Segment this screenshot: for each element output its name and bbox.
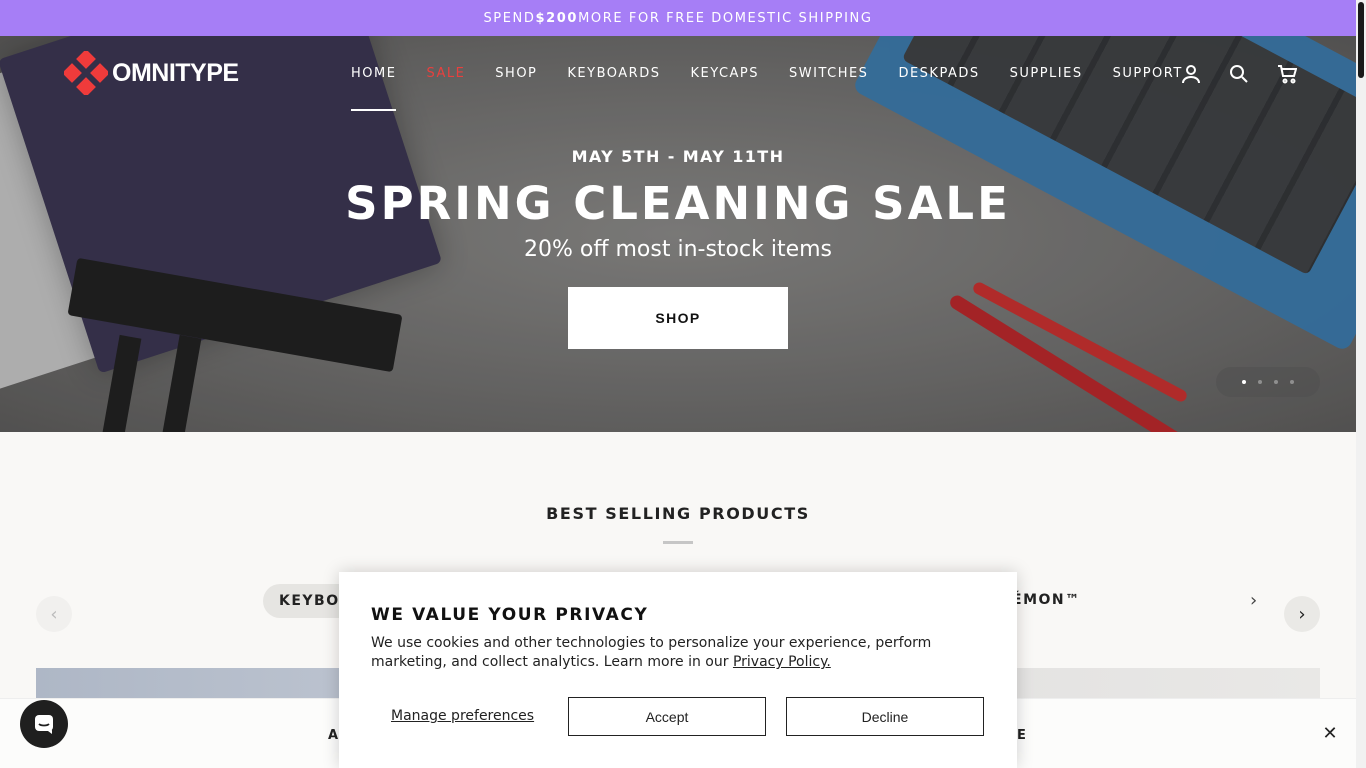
carousel-next-button[interactable]: › [1284,596,1320,632]
scrollbar[interactable] [1356,0,1366,768]
omnitype-logo-icon [62,49,110,97]
slide-dot[interactable] [1290,380,1294,384]
announcement-bar: SPEND $200 MORE FOR FREE DOMESTIC SHIPPI… [0,0,1356,36]
nav-switches[interactable]: SWITCHES [774,60,883,87]
slide-dot[interactable] [1258,380,1262,384]
category-tab[interactable]: ÉMON™ [1012,592,1081,608]
decline-button[interactable]: Decline [786,697,984,736]
hero-shop-button[interactable]: SHOP [568,287,788,349]
header-icons [1176,60,1302,88]
manage-preferences-link[interactable]: Manage preferences [391,708,534,724]
hero-title: SPRING CLEANING SALE [345,177,1011,230]
brand-logo[interactable]: OMNITYPE [62,49,239,97]
account-icon[interactable] [1176,60,1206,88]
announcement-amount: $200 [535,10,579,26]
nav-keycaps[interactable]: KEYCAPS [675,60,774,87]
chat-icon [35,715,53,734]
privacy-title: WE VALUE YOUR PRIVACY [371,605,649,625]
nav-shop[interactable]: SHOP [480,60,552,87]
announcement-prefix: SPEND [483,10,536,26]
nav-deskpads[interactable]: DESKPADS [883,60,994,87]
slide-dot[interactable] [1242,380,1246,384]
announcement-suffix: MORE FOR FREE DOMESTIC SHIPPING [578,10,873,26]
accept-button[interactable]: Accept [568,697,766,736]
best-sellers-title: BEST SELLING PRODUCTS [546,504,810,523]
slide-indicator [1216,367,1320,397]
search-icon[interactable] [1224,60,1254,88]
slide-dot[interactable] [1274,380,1278,384]
privacy-body-text: We use cookies and other technologies to… [371,635,932,670]
chat-launcher-button[interactable] [20,700,68,748]
privacy-modal: WE VALUE YOUR PRIVACY We use cookies and… [339,572,1017,768]
section-divider [663,541,693,544]
carousel-prev-button[interactable]: ‹ [36,596,72,632]
tabs-next-chevron-icon[interactable]: › [1250,590,1257,611]
hero-date: MAY 5TH - MAY 11TH [571,147,785,166]
bottom-bar-text-left: A [328,728,340,743]
nav-keyboards[interactable]: KEYBOARDS [552,60,675,87]
close-icon[interactable]: ✕ [1320,723,1340,744]
brand-name: OMNITYPE [112,58,239,87]
scrollbar-thumb[interactable] [1358,2,1364,78]
cart-icon[interactable] [1272,60,1302,88]
nav-supplies[interactable]: SUPPLIES [995,60,1098,87]
nav-home[interactable]: HOME [336,60,411,111]
bottom-bar-text-right: E [1017,728,1028,743]
privacy-policy-link[interactable]: Privacy Policy. [733,654,831,670]
hero-subtitle: 20% off most in-stock items [523,237,832,262]
site-header: OMNITYPE HOME SALE SHOP KEYBOARDS KEYCAP… [0,36,1356,116]
main-nav: HOME SALE SHOP KEYBOARDS KEYCAPS SWITCHE… [336,60,1198,111]
privacy-body: We use cookies and other technologies to… [371,634,981,672]
nav-sale[interactable]: SALE [411,60,480,87]
